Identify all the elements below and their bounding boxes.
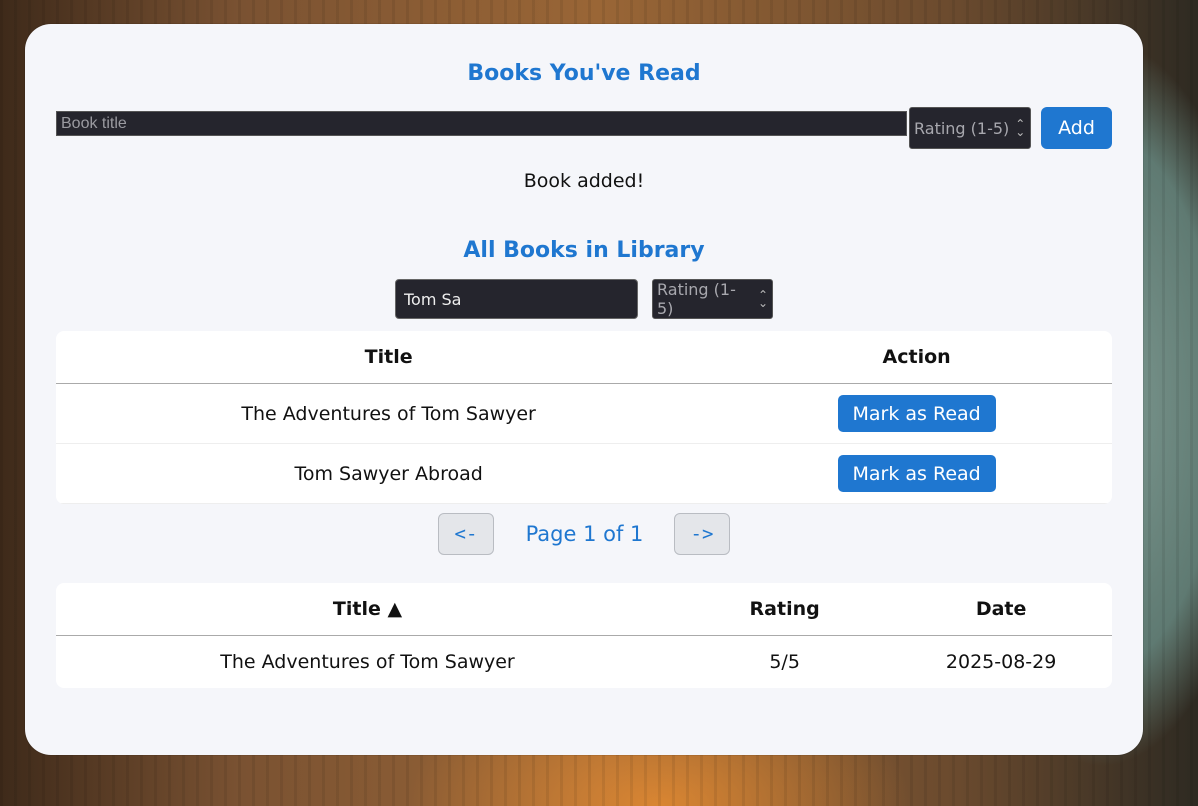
mark-as-read-button[interactable]: Mark as Read: [837, 455, 996, 492]
library-rating-placeholder: Rating (1-5): [657, 280, 736, 318]
action-cell: Mark as Read: [721, 383, 1112, 444]
action-cell: Mark as Read: [721, 443, 1112, 504]
column-header-action: Action: [721, 331, 1112, 384]
books-read-heading: Books You've Read: [467, 61, 701, 86]
date-cell: 2025-08-29: [945, 651, 1057, 673]
add-button[interactable]: Add: [1041, 107, 1112, 149]
library-rating-select[interactable]: Rating (1-5) ⌃ ⌄: [652, 279, 773, 319]
add-rating-placeholder: Rating (1-5): [914, 118, 1010, 138]
book-title-cell: The Adventures of Tom Sawyer: [220, 651, 515, 673]
read-books-table-card: Title ▲ Rating Date The Adventures of To…: [56, 583, 1112, 688]
column-header-rating[interactable]: Rating: [679, 583, 891, 636]
page-indicator: Page 1 of 1: [525, 522, 644, 546]
previous-page-button[interactable]: <-: [438, 513, 494, 555]
main-panel: Books You've Read Rating (1-5) ⌃⌄ Add Bo…: [25, 24, 1143, 755]
column-header-date[interactable]: Date: [890, 583, 1112, 636]
book-title-input[interactable]: [56, 111, 907, 136]
chevron-updown-icon: ⌃ ⌄: [757, 287, 768, 310]
library-search-input[interactable]: [395, 279, 638, 319]
table-row: Tom Sawyer Abroad Mark as Read: [56, 443, 1112, 504]
table-header-row: Title ▲ Rating Date: [56, 583, 1112, 636]
read-books-table: Title ▲ Rating Date The Adventures of To…: [56, 583, 1112, 688]
table-header-row: Title Action: [56, 331, 1112, 384]
book-title-cell: The Adventures of Tom Sawyer: [56, 383, 722, 444]
table-row: The Adventures of Tom Sawyer 5/5 2025-08…: [56, 636, 1112, 689]
add-book-form: Rating (1-5) ⌃⌄ Add: [56, 107, 1113, 149]
next-page-button[interactable]: ->: [674, 513, 730, 555]
status-message: Book added!: [523, 170, 645, 192]
mark-as-read-button[interactable]: Mark as Read: [837, 395, 996, 432]
library-table: Title Action The Adventures of Tom Sawye…: [56, 331, 1112, 504]
column-header-title-sort[interactable]: Title ▲: [56, 583, 680, 636]
rating-cell: 5/5: [769, 651, 800, 673]
library-table-card: Title Action The Adventures of Tom Sawye…: [56, 331, 1112, 504]
table-row: The Adventures of Tom Sawyer Mark as Rea…: [56, 383, 1112, 444]
column-header-title: Title: [56, 331, 722, 384]
chevron-updown-icon: ⌃ ⌄: [1015, 116, 1026, 139]
pagination: <- Page 1 of 1 ->: [25, 513, 1143, 555]
add-rating-select[interactable]: Rating (1-5) ⌃ ⌄: [909, 107, 1031, 149]
book-title-cell: Tom Sawyer Abroad: [56, 443, 722, 504]
library-heading: All Books in Library: [463, 238, 705, 263]
